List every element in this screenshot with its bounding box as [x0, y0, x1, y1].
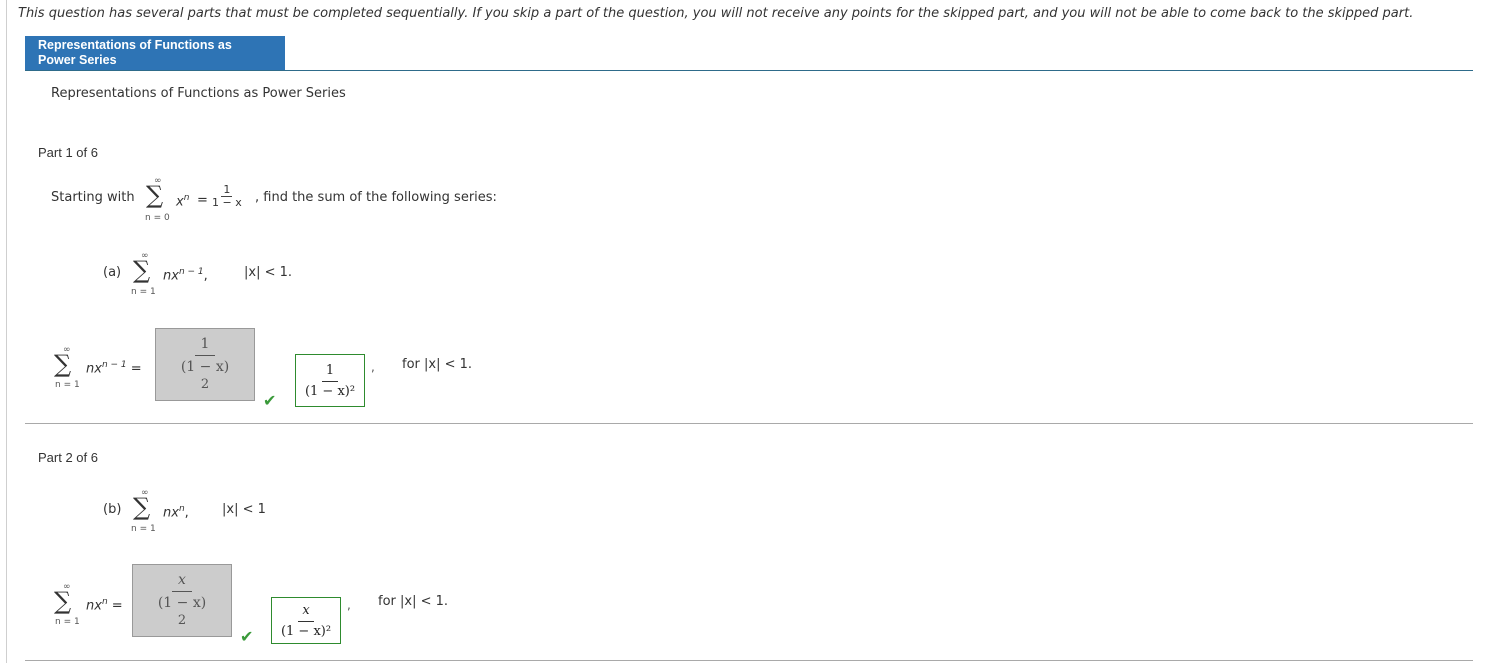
intro-sum-lower: n = 0 [145, 213, 170, 223]
part2-correct-answer: x (1 − x)² [271, 597, 341, 644]
part1-correct-num: 1 [321, 362, 339, 382]
part1-q-sum-lower: n = 1 [131, 287, 156, 297]
part2-student-den2: 2 [177, 613, 187, 628]
part1-comma: , [371, 360, 375, 374]
part1-student-num: 1 [194, 335, 216, 356]
part2-a-term: nx [86, 598, 102, 614]
part1-question-label: (a) [103, 265, 122, 280]
tab-label-line2: Power Series [38, 53, 117, 67]
intro-equals: = [197, 193, 208, 208]
intro-frac-den: 1 − x [212, 196, 242, 209]
part-separator [25, 660, 1473, 661]
part1-student-den2: 2 [200, 377, 210, 392]
part1-a-sum-lower: n = 1 [55, 380, 80, 390]
part1-correct-den: (1 − x)² [304, 383, 356, 399]
sequential-notice: This question has several parts that mus… [18, 6, 1414, 21]
sigma-icon: ∑ [133, 256, 151, 284]
part1-q-term-exp: n − 1 [178, 267, 204, 277]
part1-q-term: nx [163, 268, 179, 284]
part1-a-term-exp: n − 1 [101, 360, 127, 370]
part2-student-num: x [172, 571, 192, 592]
part2-question-label: (b) [103, 502, 122, 517]
intro-prefix: Starting with [51, 190, 135, 205]
part2-a-sum-lower: n = 1 [55, 617, 80, 627]
part2-a-term-exp: n [101, 597, 108, 607]
part2-label: Part 2 of 6 [38, 450, 98, 465]
part2-comma: , [347, 598, 351, 612]
intro-term: x [176, 194, 184, 210]
part2-for-text: for |x| < 1. [378, 594, 449, 609]
part1-q-term-comma: , [203, 268, 208, 284]
part1-student-den1: (1 − x) [180, 359, 230, 375]
part-separator [25, 423, 1473, 424]
part1-q-condition: |x| < 1. [244, 265, 293, 280]
part1-correct-answer: 1 (1 − x)² [295, 354, 365, 407]
part1-for-text: for |x| < 1. [402, 357, 473, 372]
part1-a-eq: = [130, 361, 142, 377]
sigma-icon: ∑ [133, 493, 151, 521]
intro-fraction: 1 1 − x [210, 184, 244, 209]
part1-answer-input[interactable]: 1 (1 − x) 2 [155, 328, 255, 401]
intro-term-exp: n [183, 193, 190, 203]
part2-a-eq: = [111, 598, 123, 614]
question-tab[interactable]: Representations of Functions as Power Se… [25, 36, 285, 70]
check-icon: ✔ [240, 627, 254, 646]
part2-q-term: nx [163, 505, 179, 521]
part2-correct-num: x [298, 602, 314, 622]
sigma-icon: ∑ [54, 587, 72, 615]
part1-label: Part 1 of 6 [38, 145, 98, 160]
part2-answer-input[interactable]: x (1 − x) 2 [132, 564, 232, 637]
sigma-icon: ∑ [146, 181, 164, 209]
left-border [6, 0, 7, 663]
tab-underline [25, 70, 1473, 71]
sigma-icon: ∑ [54, 350, 72, 378]
part2-q-condition: |x| < 1 [222, 502, 266, 517]
intro-suffix: , find the sum of the following series: [255, 190, 497, 205]
tab-label-line1: Representations of Functions as [38, 38, 232, 52]
question-subtitle: Representations of Functions as Power Se… [51, 86, 346, 101]
part2-q-term-comma: , [184, 505, 189, 521]
check-icon: ✔ [263, 391, 277, 410]
part1-a-term: nx [86, 361, 102, 377]
part2-student-den1: (1 − x) [157, 595, 207, 611]
part2-q-sum-lower: n = 1 [131, 524, 156, 534]
part2-correct-den: (1 − x)² [280, 623, 332, 639]
